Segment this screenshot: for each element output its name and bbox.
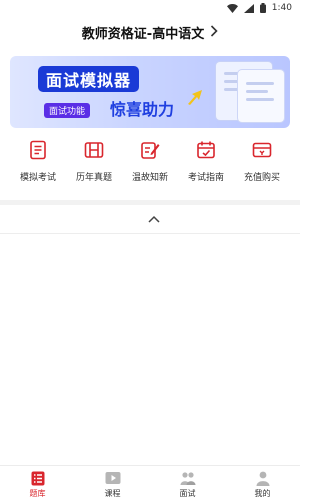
tab-label: 面试 bbox=[179, 489, 196, 498]
signal-icon bbox=[243, 3, 254, 13]
tab-label: 我的 bbox=[254, 489, 271, 498]
wifi-icon bbox=[226, 3, 238, 13]
battery-icon bbox=[259, 3, 266, 13]
purchase-icon bbox=[252, 140, 272, 160]
chevron-up-icon bbox=[148, 208, 160, 227]
calendar-guide-icon bbox=[196, 140, 216, 160]
quick-menu: 模拟考试 历年真题 温故知新 考试指南 充值购买 bbox=[0, 140, 300, 196]
document-illustration-back bbox=[238, 70, 284, 122]
quick-item-label: 温故知新 bbox=[131, 173, 168, 183]
chevron-right-icon bbox=[210, 24, 218, 40]
banner-title: 面试模拟器 bbox=[38, 66, 140, 92]
interview-icon bbox=[180, 470, 196, 486]
quick-item-label: 历年真题 bbox=[75, 173, 112, 183]
quick-item-review[interactable]: 温故知新 bbox=[122, 140, 178, 196]
tab-label: 课程 bbox=[104, 489, 121, 498]
quick-item-label: 充值购买 bbox=[243, 173, 280, 183]
page-title: 教师资格证-高中语文 bbox=[81, 26, 205, 42]
exam-paper-icon bbox=[28, 140, 48, 160]
tab-profile[interactable]: 我的 bbox=[233, 466, 293, 500]
tab-question-bank[interactable]: 题库 bbox=[8, 466, 68, 500]
quick-item-exam-guide[interactable]: 考试指南 bbox=[178, 140, 234, 196]
collapse-toggle[interactable] bbox=[146, 212, 162, 223]
video-course-icon bbox=[105, 470, 121, 486]
quick-item-label: 模拟考试 bbox=[19, 173, 56, 183]
review-icon bbox=[140, 140, 160, 160]
banner-subtitle: 惊喜助力 bbox=[110, 100, 175, 119]
quick-item-past-papers[interactable]: 历年真题 bbox=[66, 140, 122, 196]
subject-selector[interactable]: 教师资格证-高中语文 bbox=[0, 16, 300, 48]
section-divider bbox=[0, 200, 300, 205]
past-papers-icon bbox=[84, 140, 104, 160]
quick-item-label: 考试指南 bbox=[187, 173, 224, 183]
bottom-tab-bar: 题库 课程 面试 我的 bbox=[0, 465, 300, 500]
tab-courses[interactable]: 课程 bbox=[83, 466, 143, 500]
quick-item-purchase[interactable]: 充值购买 bbox=[234, 140, 290, 196]
question-bank-icon bbox=[30, 470, 46, 486]
banner-tag: 面试功能 bbox=[44, 103, 91, 118]
profile-icon bbox=[255, 470, 271, 486]
cursor-arrow-icon bbox=[186, 88, 204, 106]
tab-label: 题库 bbox=[29, 489, 46, 498]
interview-simulator-banner[interactable]: 面试模拟器 面试功能 惊喜助力 bbox=[10, 56, 290, 128]
status-time: 1:40 bbox=[271, 3, 292, 13]
status-bar: 1:40 bbox=[0, 0, 300, 16]
content-divider bbox=[0, 233, 300, 234]
quick-item-mock-exam[interactable]: 模拟考试 bbox=[10, 140, 66, 196]
tab-interview[interactable]: 面试 bbox=[158, 466, 218, 500]
